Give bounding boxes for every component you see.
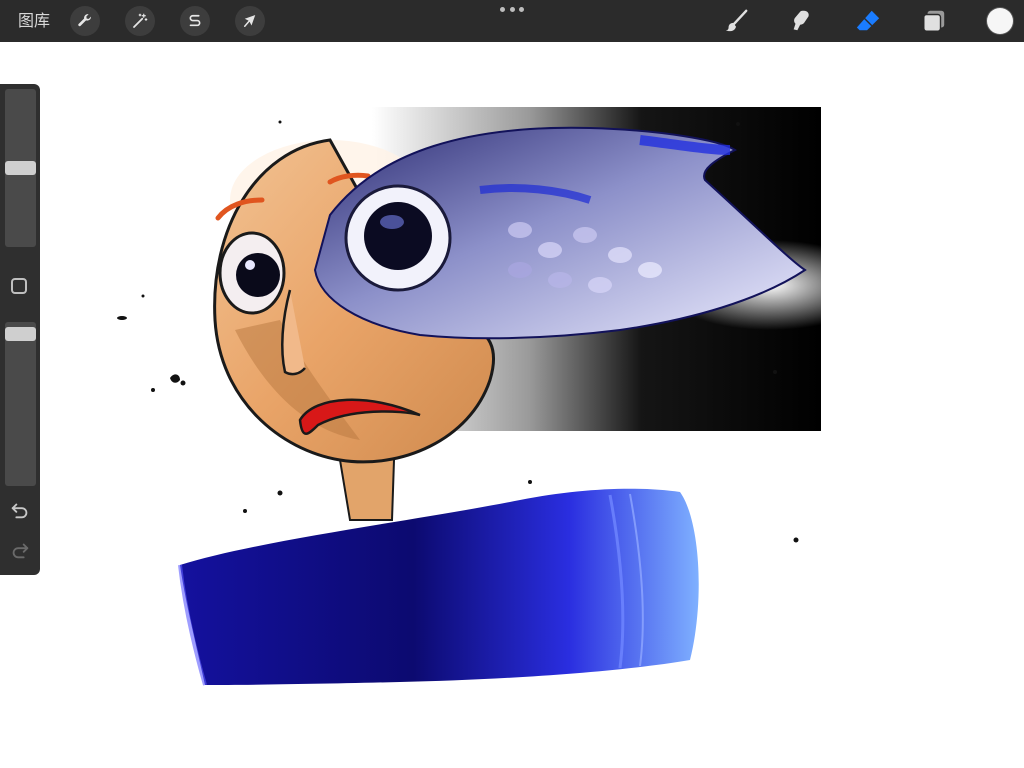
smudge-tool-button[interactable] bbox=[787, 6, 817, 36]
adjustments-button[interactable] bbox=[125, 6, 155, 36]
fish-pupil bbox=[364, 202, 432, 270]
eraser-tool-button[interactable] bbox=[853, 6, 883, 36]
layers-icon bbox=[923, 10, 945, 32]
color-picker-swatch[interactable] bbox=[987, 8, 1013, 34]
arrow-cursor-icon bbox=[244, 15, 256, 27]
brush-tool-button[interactable] bbox=[721, 6, 751, 36]
wrench-icon bbox=[78, 14, 91, 27]
dot bbox=[500, 6, 505, 12]
eye-shine bbox=[245, 260, 255, 270]
dot bbox=[519, 6, 524, 12]
dot bbox=[509, 6, 515, 12]
selection-s-icon bbox=[189, 14, 201, 27]
more-options-dots[interactable] bbox=[500, 4, 524, 14]
brush-icon bbox=[725, 9, 748, 32]
actions-button[interactable] bbox=[70, 6, 100, 36]
smudge-icon bbox=[793, 10, 809, 31]
procreate-app: 图库 bbox=[0, 0, 1024, 768]
gallery-button[interactable]: 图库 bbox=[18, 10, 50, 32]
selection-button[interactable] bbox=[180, 6, 210, 36]
transform-button[interactable] bbox=[235, 6, 265, 36]
human-pupil bbox=[236, 253, 280, 297]
layers-button[interactable] bbox=[919, 6, 949, 36]
magic-wand-icon bbox=[133, 13, 148, 28]
drawing-canvas[interactable] bbox=[0, 42, 1024, 768]
top-toolbar: 图库 bbox=[0, 0, 1024, 42]
fish-eye-shine bbox=[380, 215, 404, 229]
eraser-icon bbox=[856, 10, 880, 31]
